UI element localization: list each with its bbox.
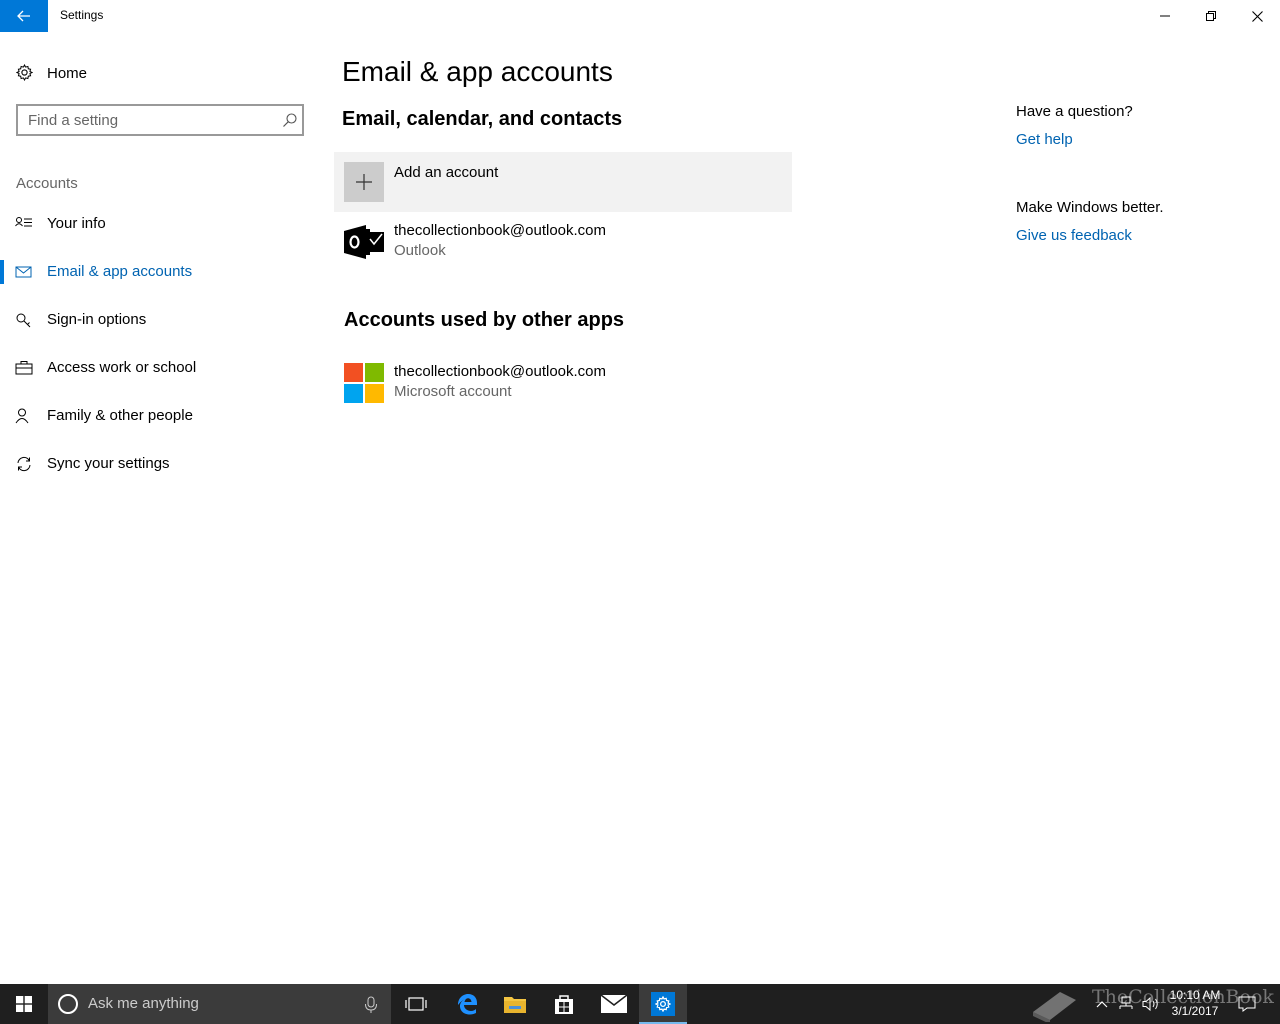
accounts-used-by-other-apps-heading: Accounts used by other apps	[344, 309, 625, 331]
selection-indicator	[0, 260, 4, 284]
back-button[interactable]	[0, 0, 48, 32]
taskbar-store-button[interactable]	[540, 984, 588, 1024]
microphone-icon[interactable]	[364, 996, 378, 1014]
title-bar: Settings	[0, 0, 1280, 32]
cortana-search-box[interactable]: Ask me anything	[48, 984, 391, 1024]
chevron-up-icon	[1096, 1001, 1108, 1008]
sidebar-item-label: Your info	[47, 215, 106, 232]
task-view-button[interactable]	[392, 984, 440, 1024]
add-account-button[interactable]: Add an account	[334, 152, 792, 212]
account-type: Outlook	[394, 242, 446, 259]
minimize-button[interactable]	[1142, 0, 1188, 32]
page-title: Email & app accounts	[342, 56, 613, 87]
taskbar-clock[interactable]: 10:10 AM 3/1/2017	[1160, 987, 1230, 1019]
clock-time: 10:10 AM	[1169, 988, 1221, 1002]
cortana-search-placeholder: Ask me anything	[88, 995, 199, 1012]
folder-icon	[504, 997, 526, 1013]
account-type: Microsoft account	[394, 383, 512, 400]
settings-search-box[interactable]	[16, 104, 304, 136]
sidebar-item-label: Sign-in options	[47, 311, 147, 328]
key-icon	[16, 313, 31, 328]
edge-browser-icon	[458, 994, 477, 1015]
taskbar-settings-button[interactable]	[639, 984, 687, 1024]
sidebar-item-sign-in-options[interactable]: Sign-in options	[0, 300, 320, 340]
gear-icon	[16, 64, 33, 81]
search-icon[interactable]	[282, 112, 298, 128]
back-arrow-icon	[17, 10, 30, 22]
volume-button[interactable]	[1140, 984, 1162, 1024]
settings-search-input[interactable]	[28, 111, 278, 129]
action-center-button[interactable]	[1236, 984, 1258, 1024]
account-email: thecollectionbook@outlook.com	[394, 222, 607, 239]
task-view-icon	[405, 997, 427, 1011]
get-help-link[interactable]: Get help	[1016, 131, 1073, 148]
close-button[interactable]	[1234, 0, 1280, 32]
outlook-account-item[interactable]: thecollectionbook@outlook.com Outlook	[344, 222, 792, 266]
volume-icon	[1142, 996, 1158, 1012]
add-account-label: Add an account	[394, 164, 499, 181]
taskbar: Ask me anything TheCollectionBook 10:10 …	[0, 984, 1280, 1024]
sidebar-item-label: Access work or school	[47, 359, 197, 376]
window-title: Settings	[60, 8, 104, 22]
notification-icon	[1238, 996, 1256, 1012]
mail-icon	[15, 266, 32, 278]
help-question-text: Have a question?	[1016, 103, 1133, 120]
microsoft-logo-icon	[344, 363, 384, 403]
person-add-icon	[15, 408, 29, 424]
home-label: Home	[47, 64, 88, 82]
show-hidden-icons-button[interactable]	[1092, 984, 1112, 1024]
store-icon	[555, 995, 573, 1014]
restore-icon	[1206, 11, 1216, 21]
email-calendar-contacts-heading: Email, calendar, and contacts	[342, 108, 623, 130]
network-icon	[1119, 996, 1133, 1009]
start-button[interactable]	[0, 984, 48, 1024]
taskbar-file-explorer-button[interactable]	[491, 984, 539, 1024]
sync-icon	[17, 456, 31, 472]
briefcase-icon	[15, 361, 33, 375]
add-account-tile	[344, 162, 384, 202]
sidebar-section-accounts: Accounts	[16, 175, 78, 192]
sidebar-item-family-other-people[interactable]: Family & other people	[0, 396, 320, 436]
sidebar-item-sync-settings[interactable]: Sync your settings	[0, 444, 320, 484]
windows-logo-icon	[16, 996, 32, 1012]
person-card-icon	[15, 217, 32, 227]
cortana-icon	[58, 994, 78, 1014]
microsoft-account-item[interactable]: thecollectionbook@outlook.com Microsoft …	[344, 363, 792, 407]
network-button[interactable]	[1116, 984, 1136, 1024]
settings-app-tile	[651, 992, 675, 1016]
give-feedback-link[interactable]: Give us feedback	[1016, 227, 1132, 244]
sidebar-item-label: Family & other people	[47, 407, 193, 424]
account-email: thecollectionbook@outlook.com	[394, 363, 607, 380]
sidebar-item-your-info[interactable]: Your info	[0, 204, 320, 244]
sidebar-item-email-app-accounts[interactable]: Email & app accounts	[0, 252, 320, 292]
gear-icon	[655, 996, 671, 1012]
taskbar-mail-button[interactable]	[590, 984, 638, 1024]
book-icon	[1033, 992, 1076, 1022]
taskbar-edge-button[interactable]	[443, 984, 491, 1024]
close-icon	[1251, 10, 1263, 22]
restore-button[interactable]	[1188, 0, 1234, 32]
clock-date: 3/1/2017	[1171, 1004, 1219, 1018]
outlook-icon	[344, 225, 384, 259]
feedback-prompt-text: Make Windows better.	[1016, 199, 1164, 216]
sidebar-item-label: Sync your settings	[47, 455, 170, 472]
minimize-icon	[1160, 15, 1170, 17]
sidebar-item-label: Email & app accounts	[47, 263, 193, 280]
sidebar-item-access-work-or-school[interactable]: Access work or school	[0, 348, 320, 388]
mail-app-icon	[601, 995, 627, 1013]
plus-icon	[356, 174, 372, 190]
